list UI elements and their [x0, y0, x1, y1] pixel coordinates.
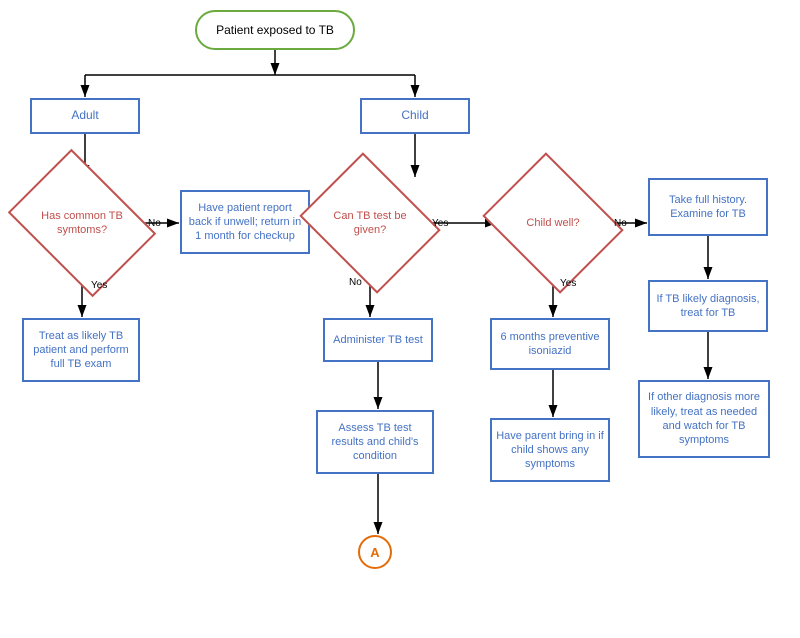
- diamond2-node: Can TB test be given?: [315, 178, 425, 268]
- yes1-label: Yes: [91, 280, 107, 291]
- connector-a-label: A: [370, 545, 379, 560]
- child-label: Child: [401, 108, 428, 124]
- other-diag-node: If other diagnosis more likely, treat as…: [638, 380, 770, 458]
- assess-node: Assess TB test results and child's condi…: [316, 410, 434, 474]
- flowchart: Patient exposed to TB Adult Child Has co…: [0, 0, 800, 638]
- fullhist-node: Take full history. Examine for TB: [648, 178, 768, 236]
- diamond1-node: Has common TB symtoms?: [22, 178, 142, 268]
- no1-label: No: [148, 218, 161, 229]
- parent-node: Have parent bring in if child shows any …: [490, 418, 610, 482]
- diamond3-node: Child well?: [498, 178, 608, 268]
- diamond3-text: Child well?: [498, 178, 608, 268]
- parent-label: Have parent bring in if child shows any …: [496, 429, 604, 472]
- adult-label: Adult: [71, 108, 98, 124]
- report-label: Have patient report back if unwell; retu…: [186, 201, 304, 244]
- treat1-label: Treat as likely TB patient and perform f…: [28, 329, 134, 372]
- start-label: Patient exposed to TB: [216, 23, 334, 37]
- yes3-label: Yes: [560, 278, 576, 289]
- tb-likely-label: If TB likely diagnosis, treat for TB: [654, 292, 762, 321]
- diamond2-text: Can TB test be given?: [315, 178, 425, 268]
- isoniazid-node: 6 months preventive isoniazid: [490, 318, 610, 370]
- assess-label: Assess TB test results and child's condi…: [322, 421, 428, 464]
- treat1-node: Treat as likely TB patient and perform f…: [22, 318, 140, 382]
- report-node: Have patient report back if unwell; retu…: [180, 190, 310, 254]
- start-node: Patient exposed to TB: [195, 10, 355, 50]
- adult-node: Adult: [30, 98, 140, 134]
- diamond1-text: Has common TB symtoms?: [22, 178, 142, 268]
- child-node: Child: [360, 98, 470, 134]
- no2-label: No: [349, 277, 362, 288]
- isoniazid-label: 6 months preventive isoniazid: [496, 330, 604, 359]
- fullhist-label: Take full history. Examine for TB: [654, 193, 762, 222]
- administer-node: Administer TB test: [323, 318, 433, 362]
- administer-label: Administer TB test: [333, 333, 423, 347]
- other-diag-label: If other diagnosis more likely, treat as…: [644, 390, 764, 447]
- yes2-label: Yes: [432, 218, 448, 229]
- connector-a: A: [358, 535, 392, 569]
- tb-likely-node: If TB likely diagnosis, treat for TB: [648, 280, 768, 332]
- no3-label: No: [614, 218, 627, 229]
